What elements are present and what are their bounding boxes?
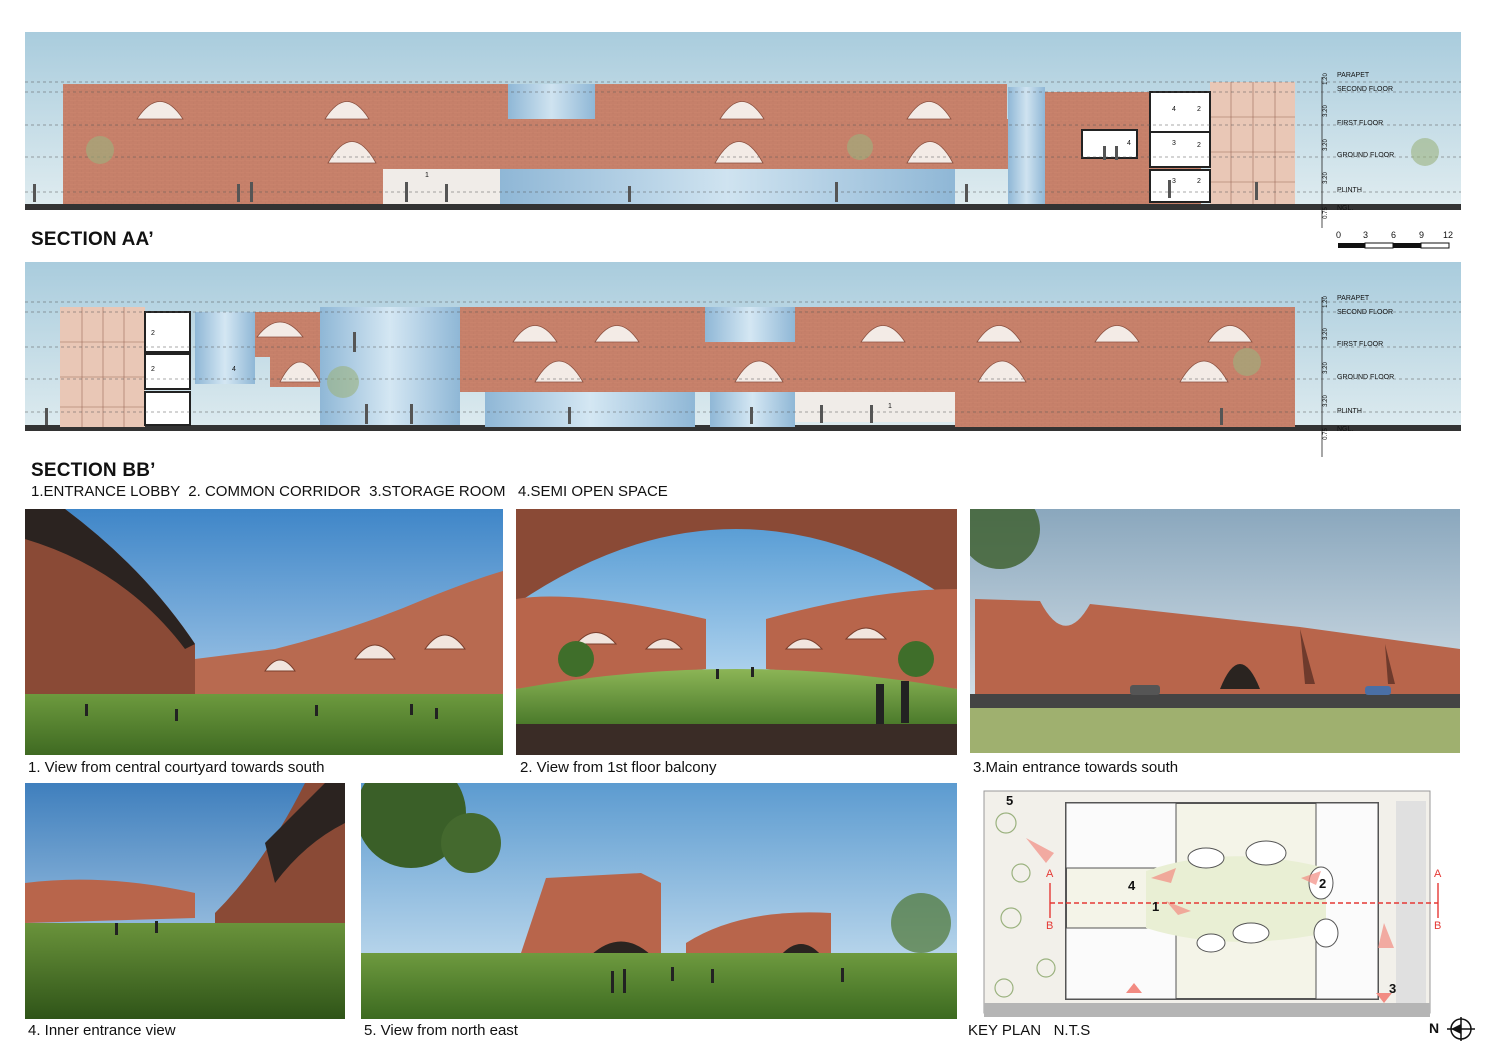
room-tag: 2 <box>151 366 155 373</box>
north-arrow-icon: N <box>1426 1016 1476 1042</box>
dim-plinth: 0.75 <box>1322 207 1329 219</box>
room-tag: 1 <box>425 172 429 179</box>
section-bb-levels: PARAPET SECOND FLOOR FIRST FLOOR GROUND … <box>1337 295 1427 435</box>
section-letter-b-left: B <box>1046 920 1054 932</box>
room-tag: 4 <box>1172 106 1176 113</box>
dim-first: 3.20 <box>1322 139 1329 151</box>
level-second-floor: SECOND FLOOR <box>1337 86 1394 93</box>
room-tag: 3 <box>1172 178 1176 185</box>
section-bb-dims: 1.20 3.20 3.20 3.20 0.75 <box>1320 295 1332 445</box>
dim-second: 3.20 <box>1322 105 1329 117</box>
level-first-floor: FIRST FLOOR <box>1337 120 1384 127</box>
section-letter-a-right: A <box>1434 868 1442 880</box>
room-tag: 2 <box>1197 142 1201 149</box>
dim-second: 3.20 <box>1322 328 1329 340</box>
section-aa-dims: 1.20 3.20 3.20 3.20 0.75 <box>1320 72 1332 222</box>
scale-tick: 6 <box>1391 230 1397 240</box>
room-tag: 2 <box>1197 106 1201 113</box>
room-tag: 2 <box>1197 178 1201 185</box>
dim-plinth: 0.75 <box>1322 428 1329 440</box>
dim-ground: 3.20 <box>1322 395 1329 407</box>
dim-parapet: 1.20 <box>1322 73 1329 85</box>
scale-tick: 12 <box>1443 230 1454 240</box>
view-image-north-east <box>361 783 957 1019</box>
level-ngl: NGL. <box>1337 426 1354 433</box>
room-tag: 4 <box>232 366 236 373</box>
scale-tick: 0 <box>1336 230 1342 240</box>
key-plan-marker-2: 2 <box>1319 876 1327 891</box>
dim-ground: 3.20 <box>1322 172 1329 184</box>
section-letter-b-right: B <box>1434 920 1442 932</box>
scale-bar: 0 3 6 9 12 <box>1332 230 1458 252</box>
key-plan-marker-3: 3 <box>1389 981 1397 996</box>
view-caption-inner-entrance: 4. Inner entrance view <box>28 1022 176 1039</box>
section-bb-title: SECTION BB’ <box>31 460 156 481</box>
key-plan-marker-5: 5 <box>1006 793 1014 808</box>
dim-first: 3.20 <box>1322 362 1329 374</box>
key-plan-marker-4: 4 <box>1128 878 1136 893</box>
view-image-main-entrance <box>970 509 1460 753</box>
level-first-floor: FIRST FLOOR <box>1337 341 1384 348</box>
north-label: N <box>1429 1020 1440 1036</box>
room-tag: 2 <box>151 330 155 337</box>
scale-tick: 9 <box>1419 230 1425 240</box>
section-aa-drawing <box>25 32 1461 228</box>
level-ground-floor: GROUND FLOOR <box>1337 152 1395 159</box>
level-parapet: PARAPET <box>1337 72 1370 79</box>
room-legend: 1.ENTRANCE LOBBY 2. COMMON CORRIDOR 3.ST… <box>31 483 668 500</box>
level-parapet: PARAPET <box>1337 295 1370 302</box>
key-plan-caption: KEY PLAN N.T.S <box>968 1022 1091 1039</box>
view-image-balcony <box>516 509 957 755</box>
room-tag: 1 <box>888 403 892 410</box>
section-letter-a-left: A <box>1046 868 1054 880</box>
view-image-courtyard <box>25 509 503 755</box>
section-aa-levels: PARAPET SECOND FLOOR FIRST FLOOR GROUND … <box>1337 72 1427 212</box>
level-ngl: NGL. <box>1337 205 1354 212</box>
key-plan: 5 4 1 2 3 A B A B <box>966 783 1460 1025</box>
view-caption-balcony: 2. View from 1st floor balcony <box>520 759 717 776</box>
key-plan-marker-1: 1 <box>1152 899 1160 914</box>
room-tag: 4 <box>1127 140 1131 147</box>
level-second-floor: SECOND FLOOR <box>1337 309 1394 316</box>
view-image-inner-entrance <box>25 783 345 1019</box>
section-aa-title: SECTION AA’ <box>31 229 154 250</box>
view-caption-north-east: 5. View from north east <box>364 1022 518 1039</box>
room-tag: 3 <box>1172 140 1176 147</box>
dim-parapet: 1.20 <box>1322 296 1329 308</box>
level-plinth: PLINTH <box>1337 408 1362 415</box>
scale-tick: 3 <box>1363 230 1369 240</box>
view-caption-courtyard: 1. View from central courtyard towards s… <box>28 759 325 776</box>
level-ground-floor: GROUND FLOOR <box>1337 374 1395 381</box>
level-plinth: PLINTH <box>1337 187 1362 194</box>
view-caption-main-entrance: 3.Main entrance towards south <box>973 759 1179 776</box>
section-bb-drawing <box>25 262 1461 457</box>
